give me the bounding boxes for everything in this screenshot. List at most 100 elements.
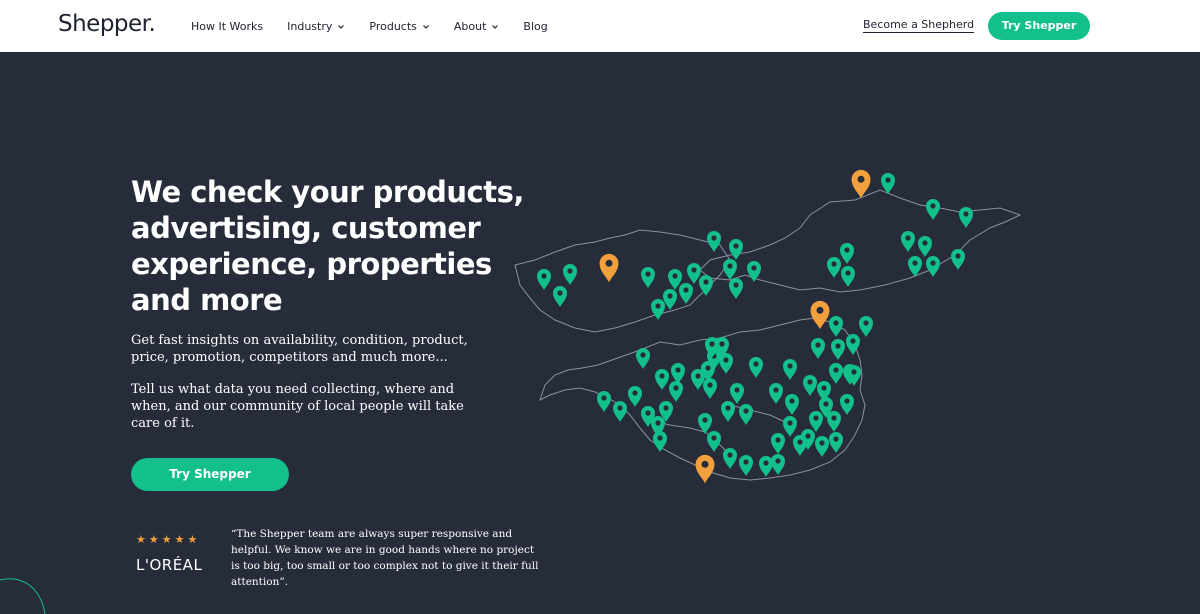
location-pin-icon: [759, 456, 773, 477]
location-pin-icon: [771, 454, 785, 475]
location-pin-icon: [846, 334, 860, 355]
nav-label: Industry: [287, 20, 333, 33]
location-pin-icon: [918, 236, 932, 257]
location-pin-icon: [563, 264, 577, 285]
description-line: Tell us what data you need collecting, w…: [131, 382, 455, 397]
location-pin-icon: [926, 199, 940, 220]
location-pin-icon: [707, 431, 721, 452]
highlight-location-pin-icon: [851, 169, 871, 199]
location-pin-icon: [831, 339, 845, 360]
location-pin-icon: [827, 411, 841, 432]
location-pin-icon: [729, 278, 743, 299]
location-pin-icon: [811, 338, 825, 359]
location-pin-icon: [793, 435, 807, 456]
location-pin-icon: [783, 359, 797, 380]
location-pin-icon: [687, 263, 701, 284]
location-pin-icon: [829, 363, 843, 384]
location-pin-icon: [597, 391, 611, 412]
location-pins: [537, 169, 973, 484]
chevron-down-icon: [338, 24, 345, 29]
description-line: when, and our community of local people …: [131, 399, 464, 414]
location-pin-icon: [613, 401, 627, 422]
map-outline: [514, 189, 1022, 481]
location-pin-icon: [771, 433, 785, 454]
location-pin-icon: [841, 266, 855, 287]
nav-label: Products: [369, 20, 417, 33]
hero-title-line: and more: [131, 283, 283, 317]
hero-title-line: advertising, customer: [131, 211, 481, 245]
description-line: care of it.: [131, 416, 195, 431]
location-pin-icon: [671, 363, 685, 384]
location-pin-icon: [729, 239, 743, 260]
location-pin-icon: [730, 383, 744, 404]
location-pin-icon: [537, 269, 551, 290]
loreal-logo: L'ORÉAL: [136, 556, 203, 574]
main-nav: How It Works Industry Products About Blo…: [191, 20, 572, 33]
location-pin-icon: [749, 357, 763, 378]
location-pin-icon: [769, 383, 783, 404]
location-pin-icon: [679, 283, 693, 304]
highlight-location-pin-icon: [810, 300, 830, 330]
quote-line: “The Shepper team are always super respo…: [231, 528, 513, 540]
location-pin-icon: [651, 299, 665, 320]
nav-products[interactable]: Products: [369, 20, 430, 33]
location-pin-icon: [636, 348, 650, 369]
location-pin-icon: [628, 386, 642, 407]
location-pin-icon: [707, 231, 721, 252]
location-pin-icon: [785, 394, 799, 415]
highlight-location-pin-icon: [695, 454, 715, 484]
location-pin-icon: [901, 231, 915, 252]
location-pin-icon: [783, 416, 797, 437]
location-pin-icon: [959, 207, 973, 228]
hero-title-line: experience, properties: [131, 247, 492, 281]
location-pin-icon: [723, 259, 737, 280]
top-navigation-bar: Shepper. How It Works Industry Products …: [0, 0, 1200, 53]
location-pin-icon: [653, 431, 667, 452]
hero-title-line: We check your products,: [131, 175, 524, 209]
decorative-curve: [0, 578, 46, 614]
location-pin-icon: [739, 404, 753, 425]
become-shepherd-link[interactable]: Become a Shepherd: [863, 18, 975, 33]
nav-blog[interactable]: Blog: [523, 20, 547, 33]
highlight-location-pin-icon: [599, 253, 619, 283]
location-pin-icon: [669, 381, 683, 402]
location-pin-icon: [859, 316, 873, 337]
description-line: price, promotion, competitors and much m…: [131, 350, 448, 365]
nav-label: About: [453, 20, 487, 33]
nav-label: How It Works: [191, 20, 264, 33]
description-line: Get fast insights on availability, condi…: [131, 333, 468, 348]
location-pin-icon: [655, 369, 669, 390]
nav-about[interactable]: About: [454, 20, 500, 33]
testimonial-quote: “The Shepper team are always super respo…: [231, 526, 539, 590]
location-pin-icon: [827, 257, 841, 278]
location-pin-icon: [815, 436, 829, 457]
try-shepper-header-button[interactable]: Try Shepper: [988, 12, 1090, 40]
hero-title: We check your products, advertising, cus…: [131, 174, 531, 318]
location-pin-icon: [829, 432, 843, 453]
location-pin-icon: [553, 286, 567, 307]
location-pin-icon: [809, 411, 823, 432]
try-shepper-hero-button[interactable]: Try Shepper: [131, 458, 289, 491]
chevron-down-icon: [492, 24, 499, 29]
location-pin-icon: [703, 378, 717, 399]
location-pin-icon: [840, 394, 854, 415]
location-pin-icon: [840, 243, 854, 264]
location-pin-icon: [721, 401, 735, 422]
rating-stars: ★★★★★: [136, 533, 201, 546]
quote-line: attention”.: [231, 576, 289, 588]
nav-industry[interactable]: Industry: [287, 20, 345, 33]
hero-description-secondary: Tell us what data you need collecting, w…: [131, 381, 481, 432]
shepper-logo[interactable]: Shepper.: [58, 11, 156, 37]
location-pin-icon: [723, 448, 737, 469]
quote-line: is too big, too small or too complex not…: [231, 560, 539, 572]
chevron-down-icon: [422, 24, 429, 29]
location-pin-icon: [699, 275, 713, 296]
quote-line: helpful. We know we are in good hands wh…: [231, 544, 535, 556]
location-pin-icon: [641, 267, 655, 288]
location-pin-icon: [747, 261, 761, 282]
uk-ireland-map: [514, 169, 1022, 484]
location-pin-icon: [739, 455, 753, 476]
location-pin-icon: [663, 289, 677, 310]
nav-label: Blog: [523, 20, 548, 33]
nav-how-it-works[interactable]: How It Works: [191, 20, 263, 33]
